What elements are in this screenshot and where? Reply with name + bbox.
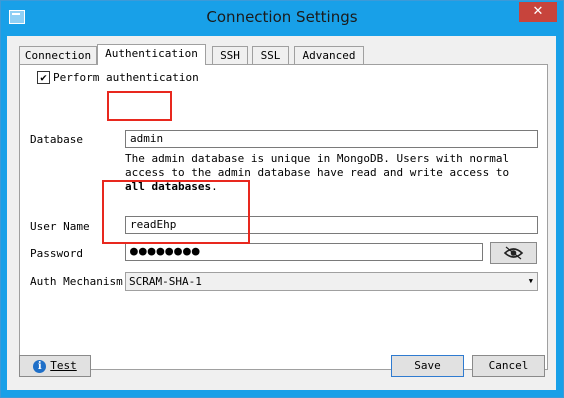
description-emphasis: all databases xyxy=(125,180,212,193)
tab-ssl[interactable]: SSL xyxy=(252,46,289,64)
tab-advanced[interactable]: Advanced xyxy=(294,46,364,64)
auth-mechanism-label: Auth Mechanism xyxy=(30,275,123,288)
title-bar[interactable]: Connection Settings ✕ xyxy=(1,1,563,35)
dialog-body: Connection Authentication SSH SSL Advanc… xyxy=(7,36,556,390)
description-end: . xyxy=(211,180,218,193)
eye-icon xyxy=(503,246,524,260)
auth-mechanism-select[interactable]: SCRAM-SHA-1 ▼ xyxy=(125,272,538,291)
dropdown-arrow-icon: ▼ xyxy=(528,277,533,285)
info-icon: i xyxy=(33,359,47,373)
close-button[interactable]: ✕ xyxy=(519,2,557,22)
tab-ssh[interactable]: SSH xyxy=(212,46,248,64)
test-button-label: Test xyxy=(50,359,77,372)
perform-authentication-label: Perform authentication xyxy=(53,71,199,84)
database-label: Database xyxy=(30,133,83,146)
password-label: Password xyxy=(30,247,83,260)
window-title: Connection Settings xyxy=(206,8,358,26)
username-input[interactable]: readEhp xyxy=(125,216,538,234)
admin-database-description: The admin database is unique in MongoDB.… xyxy=(125,152,535,194)
tab-connection[interactable]: Connection xyxy=(19,46,97,64)
description-text: The admin database is unique in MongoDB.… xyxy=(125,152,510,179)
tab-authentication[interactable]: Authentication xyxy=(97,44,206,65)
close-icon: ✕ xyxy=(532,4,544,19)
show-password-button[interactable] xyxy=(490,242,537,264)
auth-mechanism-value: SCRAM-SHA-1 xyxy=(129,275,202,288)
perform-authentication-checkbox[interactable]: ✔ xyxy=(37,71,50,84)
username-label: User Name xyxy=(30,220,90,233)
database-input[interactable]: admin xyxy=(125,130,538,148)
cancel-button[interactable]: Cancel xyxy=(472,355,545,377)
password-input[interactable]: ●●●●●●●● xyxy=(125,243,483,261)
test-button[interactable]: i Test xyxy=(19,355,91,377)
check-icon: ✔ xyxy=(40,71,47,84)
save-button[interactable]: Save xyxy=(391,355,464,377)
connection-settings-window: Connection Settings ✕ Connection Authent… xyxy=(0,0,564,398)
authentication-panel: ✔ Perform authentication Database admin … xyxy=(19,64,548,370)
